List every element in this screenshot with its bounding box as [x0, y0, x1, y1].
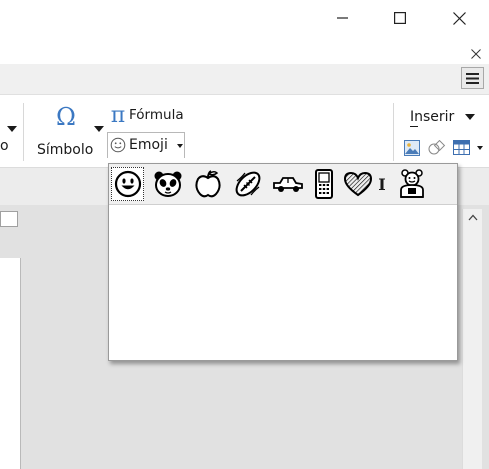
car-icon: [272, 177, 303, 192]
document-page[interactable]: [0, 258, 21, 469]
emoji-tab-food[interactable]: [191, 167, 224, 201]
smiley-face-icon: [114, 170, 141, 198]
football-icon: [235, 171, 260, 197]
minimize-icon: [337, 17, 348, 19]
emoji-tab-flags[interactable]: I: [371, 167, 393, 201]
maximize-button[interactable]: [377, 0, 423, 36]
insert-label: Inserir: [410, 109, 455, 125]
emoji-tab-animals[interactable]: [151, 167, 184, 201]
scroll-up-icon[interactable]: [468, 214, 478, 221]
emoji-popup: I: [108, 163, 458, 361]
vertical-scrollbar[interactable]: [462, 209, 482, 469]
smiley-icon: [110, 137, 126, 153]
ruler: [0, 211, 18, 227]
apple-icon: [194, 170, 221, 198]
emoji-label: Emoji: [129, 137, 168, 153]
menu-button[interactable]: [461, 67, 484, 89]
hamburger-icon: [466, 72, 479, 84]
notebookbar-tab-strip: [0, 64, 489, 95]
close-window-button[interactable]: [436, 0, 482, 36]
title-bar: [0, 0, 489, 36]
heart-icon: [343, 171, 372, 197]
maximize-icon: [394, 12, 406, 24]
chevron-down-icon[interactable]: [477, 146, 483, 150]
flags-glyph: I: [378, 174, 386, 194]
emoji-category-tabs: I: [109, 164, 457, 205]
formula-label: Fórmula: [129, 107, 184, 123]
infobar-close-button[interactable]: [471, 44, 483, 59]
close-icon: [471, 49, 481, 59]
omega-icon: Ω: [56, 105, 76, 129]
partial-label: o: [0, 138, 9, 154]
chevron-down-icon: [177, 144, 183, 148]
special-character-label: Símbolo: [37, 142, 94, 158]
image-icon[interactable]: [404, 140, 420, 156]
emoji-tab-symbols[interactable]: [341, 167, 374, 201]
chevron-down-icon: [465, 114, 475, 120]
close-icon: [452, 11, 466, 25]
info-bar: [0, 36, 489, 64]
person-icon: [399, 169, 424, 198]
formula-button[interactable]: π Fórmula: [108, 104, 188, 126]
mobile-phone-icon: [314, 169, 333, 199]
minimize-button[interactable]: [320, 0, 366, 36]
shapes-icon[interactable]: [428, 140, 446, 156]
special-character-button[interactable]: Ω Símbolo: [30, 99, 100, 161]
group-separator: [393, 103, 394, 161]
emoji-tab-unicode9[interactable]: [395, 167, 428, 201]
panda-icon: [154, 171, 181, 197]
emoji-button[interactable]: Emoji: [107, 132, 185, 158]
emoji-grid[interactable]: [109, 205, 457, 360]
chevron-down-icon[interactable]: [7, 126, 17, 132]
mnemonic-underline: [410, 126, 418, 127]
emoji-tab-objects[interactable]: [307, 167, 340, 201]
emoji-tab-smiley[interactable]: [111, 167, 144, 201]
pi-icon: π: [111, 104, 125, 126]
ribbon: o Ω Símbolo π Fórmula Emoji Inserir: [0, 95, 489, 167]
chevron-down-icon[interactable]: [94, 126, 104, 132]
table-icon[interactable]: [453, 140, 470, 155]
emoji-tab-activities[interactable]: [231, 167, 264, 201]
insert-menu-button[interactable]: Inserir: [405, 108, 485, 128]
emoji-tab-travel[interactable]: [271, 167, 304, 201]
svg-text:Ω: Ω: [56, 105, 76, 129]
group-separator: [23, 103, 24, 161]
svg-text:π: π: [111, 104, 125, 126]
